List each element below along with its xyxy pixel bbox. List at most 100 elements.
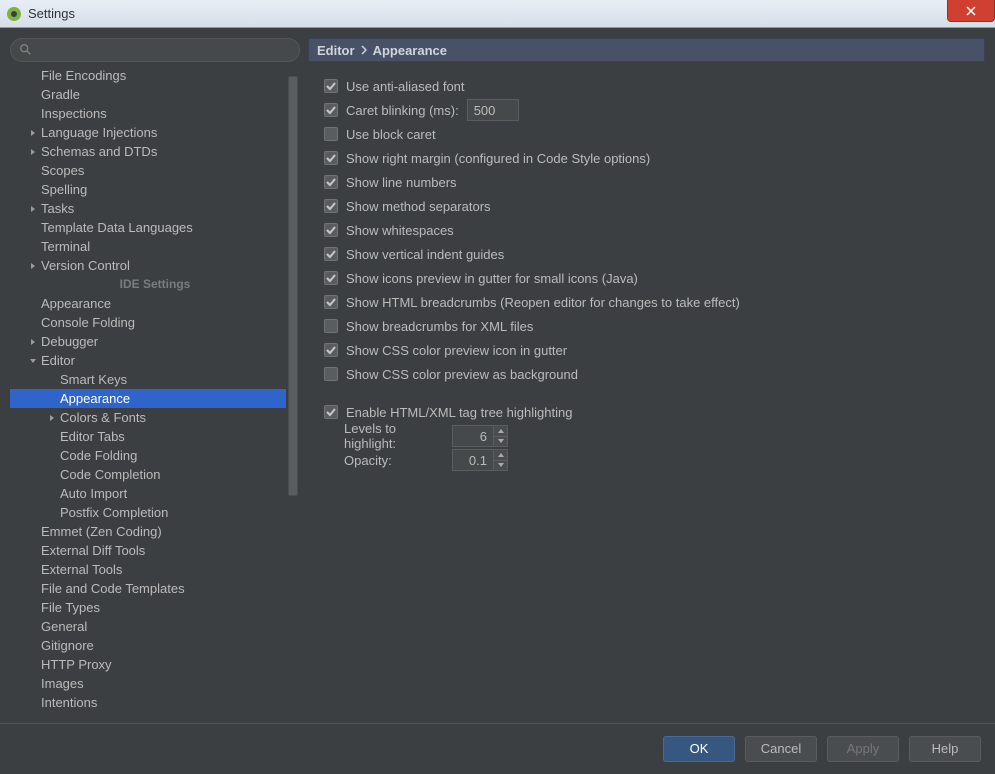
tree-item-label: Emmet (Zen Coding) (41, 524, 162, 539)
setting-label: Show vertical indent guides (346, 247, 504, 262)
setting-row: Use block caret (324, 122, 969, 146)
settings-tree[interactable]: File Encodings Gradle Inspections Language … (10, 66, 300, 723)
tree-scrollbar[interactable] (286, 66, 300, 723)
tree-item[interactable]: External Diff Tools (10, 541, 300, 560)
setting-label: Show CSS color preview as background (346, 367, 578, 382)
tree-item-label: Gitignore (41, 638, 94, 653)
checkbox[interactable] (324, 103, 338, 117)
tree-item[interactable]: Images (10, 674, 300, 693)
tree-item[interactable]: Postfix Completion (10, 503, 300, 522)
setting-label: Caret blinking (ms): (346, 103, 459, 118)
tree-item[interactable]: Code Completion (10, 465, 300, 484)
setting-row: Opacity: (324, 448, 969, 472)
tree-item-label: Postfix Completion (60, 505, 168, 520)
tree-item[interactable]: Spelling (10, 180, 300, 199)
tree-item[interactable]: Code Folding (10, 446, 300, 465)
checkbox[interactable] (324, 199, 338, 213)
caret-blink-input[interactable] (467, 99, 519, 121)
checkbox[interactable] (324, 175, 338, 189)
tree-item-label: Appearance (41, 296, 111, 311)
setting-label: Opacity: (344, 453, 444, 468)
setting-row: Caret blinking (ms): (324, 98, 969, 122)
setting-row: Show method separators (324, 194, 969, 218)
tree-item[interactable]: Debugger (10, 332, 300, 351)
checkbox[interactable] (324, 367, 338, 381)
tree-item[interactable]: Editor (10, 351, 300, 370)
setting-row: Show vertical indent guides (324, 242, 969, 266)
ok-button[interactable]: OK (663, 736, 735, 762)
section-header-ide: IDE Settings (10, 275, 300, 294)
checkbox[interactable] (324, 151, 338, 165)
cancel-button[interactable]: Cancel (745, 736, 817, 762)
tree-item[interactable]: Smart Keys (10, 370, 300, 389)
tree-item-label: Spelling (41, 182, 87, 197)
close-button[interactable] (947, 0, 995, 22)
setting-row: Show CSS color preview icon in gutter (324, 338, 969, 362)
tree-item[interactable]: File Encodings (10, 66, 300, 85)
scrollbar-thumb[interactable] (288, 76, 298, 496)
tree-item[interactable]: Console Folding (10, 313, 300, 332)
tree-item[interactable]: Template Data Languages (10, 218, 300, 237)
help-button[interactable]: Help (909, 736, 981, 762)
spinner-down[interactable] (494, 437, 507, 447)
tree-item[interactable]: Colors & Fonts (10, 408, 300, 427)
tree-item-label: Colors & Fonts (60, 410, 146, 425)
spinner[interactable] (452, 449, 508, 471)
tree-item-label: Editor (41, 353, 75, 368)
tree-item[interactable]: Gradle (10, 85, 300, 104)
tree-item[interactable]: Appearance (10, 294, 300, 313)
setting-label: Show whitespaces (346, 223, 454, 238)
checkbox[interactable] (324, 343, 338, 357)
tree-item[interactable]: Schemas and DTDs (10, 142, 300, 161)
tree-item[interactable]: Intentions (10, 693, 300, 712)
tree-item[interactable]: HTTP Proxy (10, 655, 300, 674)
tree-item[interactable]: Auto Import (10, 484, 300, 503)
tree-item[interactable]: Scopes (10, 161, 300, 180)
checkbox[interactable] (324, 247, 338, 261)
setting-row: Show whitespaces (324, 218, 969, 242)
tree-item-label: Schemas and DTDs (41, 144, 157, 159)
checkbox[interactable] (324, 319, 338, 333)
setting-label: Show breadcrumbs for XML files (346, 319, 533, 334)
tree-item[interactable]: Editor Tabs (10, 427, 300, 446)
breadcrumb-parent: Editor (317, 43, 355, 58)
setting-row: Show CSS color preview as background (324, 362, 969, 386)
setting-label: Use anti-aliased font (346, 79, 465, 94)
tree-item-label: Gradle (41, 87, 80, 102)
setting-label: Show CSS color preview icon in gutter (346, 343, 567, 358)
tree-item[interactable]: Version Control (10, 256, 300, 275)
settings-content: Use anti-aliased font Caret blinking (ms)… (308, 62, 985, 723)
setting-row: Levels to highlight: (324, 424, 969, 448)
tree-item[interactable]: Tasks (10, 199, 300, 218)
tree-item[interactable]: File Types (10, 598, 300, 617)
tree-item[interactable]: File and Code Templates (10, 579, 300, 598)
checkbox[interactable] (324, 405, 338, 419)
checkbox[interactable] (324, 271, 338, 285)
spinner-up[interactable] (494, 450, 507, 461)
checkbox[interactable] (324, 223, 338, 237)
spinner-down[interactable] (494, 461, 507, 471)
spinner[interactable] (452, 425, 508, 447)
setting-label: Levels to highlight: (344, 421, 444, 451)
tree-item[interactable]: Language Injections (10, 123, 300, 142)
tree-item-label: File Encodings (41, 68, 126, 83)
spinner-up[interactable] (494, 426, 507, 437)
tree-item[interactable]: Terminal (10, 237, 300, 256)
setting-label: Enable HTML/XML tag tree highlighting (346, 405, 572, 420)
spinner-input[interactable] (452, 425, 494, 447)
breadcrumb: Editor Appearance (308, 38, 985, 62)
spinner-input[interactable] (452, 449, 494, 471)
checkbox[interactable] (324, 295, 338, 309)
tree-item[interactable]: General (10, 617, 300, 636)
tree-item-label: Template Data Languages (41, 220, 193, 235)
tree-item[interactable]: Inspections (10, 104, 300, 123)
tree-item[interactable]: Emmet (Zen Coding) (10, 522, 300, 541)
search-input[interactable] (10, 38, 300, 62)
tree-item-label: Inspections (41, 106, 107, 121)
checkbox[interactable] (324, 79, 338, 93)
setting-row: Show icons preview in gutter for small i… (324, 266, 969, 290)
tree-item[interactable]: Appearance (10, 389, 300, 408)
checkbox[interactable] (324, 127, 338, 141)
tree-item[interactable]: External Tools (10, 560, 300, 579)
tree-item[interactable]: Gitignore (10, 636, 300, 655)
